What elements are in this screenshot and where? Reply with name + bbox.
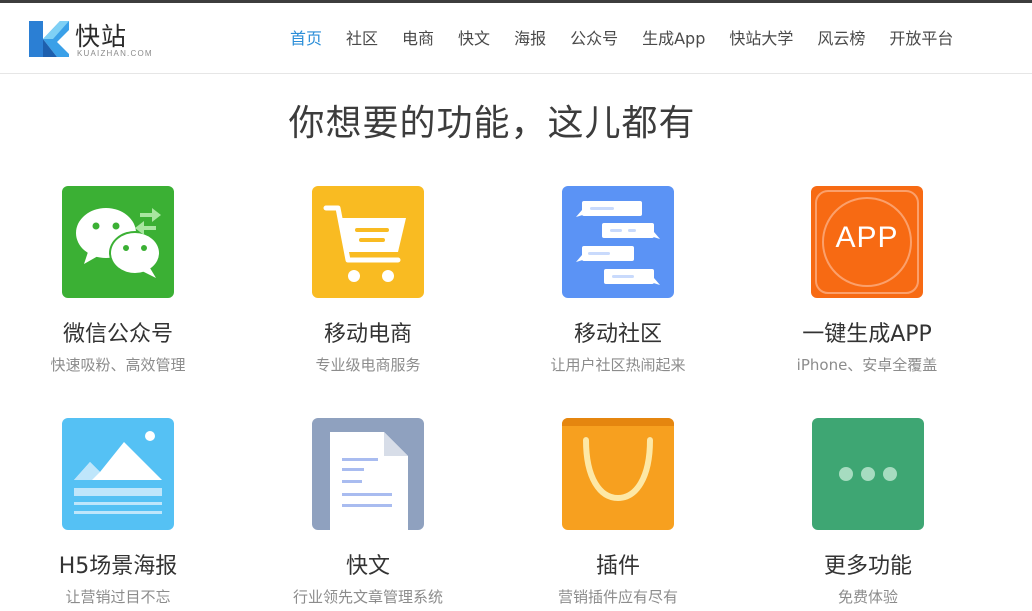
- header: 快站 KUAIZHAN.COM 首页 社区 电商 快文 海报 公众号 生成App…: [0, 3, 1032, 74]
- feature-more[interactable]: 更多功能 免费体验: [748, 418, 988, 607]
- nav-item-official-account[interactable]: 公众号: [560, 27, 628, 51]
- feature-desc: 专业级电商服务: [315, 356, 421, 374]
- nav-item-ranking[interactable]: 风云榜: [807, 27, 875, 51]
- feature-title: 移动电商: [323, 322, 412, 347]
- feature-desc: 让用户社区热闹起来: [550, 356, 686, 374]
- feature-generate-app[interactable]: APP 一键生成APP iPhone、安卓全覆盖: [747, 186, 987, 375]
- feature-h5-poster[interactable]: H5场景海报 让营销过目不忘: [0, 418, 238, 607]
- hero-title: 你想要的功能，这儿都有: [288, 103, 696, 144]
- feature-desc: 让营销过目不忘: [65, 588, 171, 606]
- brand-subtitle: KUAIZHAN.COM: [77, 49, 153, 58]
- main-nav: 首页 社区 电商 快文 海报 公众号 生成App 快站大学 风云榜 开放平台: [280, 27, 967, 51]
- feature-title: 插件: [595, 554, 640, 579]
- nav-item-community[interactable]: 社区: [336, 27, 388, 51]
- nav-item-open-platform[interactable]: 开放平台: [879, 27, 963, 51]
- feature-desc: iPhone、安卓全覆盖: [796, 356, 938, 374]
- nav-item-posters[interactable]: 海报: [504, 27, 556, 51]
- feature-title: 移动社区: [573, 322, 662, 347]
- feature-desc: 快速吸粉、高效管理: [50, 356, 186, 374]
- feature-desc: 营销插件应有尽有: [557, 588, 678, 606]
- feature-title: 微信公众号: [62, 322, 173, 347]
- nav-item-ecommerce[interactable]: 电商: [392, 27, 444, 51]
- feature-plugins[interactable]: 插件 营销插件应有尽有: [498, 418, 738, 607]
- feature-title: 一键生成APP: [802, 322, 932, 347]
- nav-item-home[interactable]: 首页: [280, 27, 332, 51]
- feature-community[interactable]: 移动社区 让用户社区热闹起来: [498, 186, 738, 375]
- shopping-cart-icon: [312, 186, 424, 298]
- chat-bubbles-icon: [562, 186, 674, 298]
- shopping-bag-icon: [562, 418, 674, 530]
- nav-item-university[interactable]: 快站大学: [719, 27, 803, 51]
- feature-desc: 免费体验: [837, 588, 898, 606]
- feature-title: 快文: [345, 554, 390, 579]
- logo[interactable]: 快站 KUAIZHAN.COM: [27, 17, 167, 61]
- feature-desc: 行业领先文章管理系统: [292, 588, 443, 606]
- nav-item-articles[interactable]: 快文: [448, 27, 500, 51]
- feature-ecommerce[interactable]: 移动电商 专业级电商服务: [248, 186, 488, 375]
- feature-articles[interactable]: 快文 行业领先文章管理系统: [248, 418, 488, 607]
- more-icon: [812, 418, 924, 530]
- feature-title: 更多功能: [823, 554, 912, 579]
- feature-title: H5场景海报: [58, 554, 178, 579]
- brand-name: 快站: [75, 22, 128, 51]
- app-icon: APP: [811, 186, 923, 298]
- wechat-icon: [62, 186, 174, 298]
- kuaizhan-logo-icon: [29, 21, 69, 57]
- document-icon: [312, 418, 424, 530]
- poster-image-icon: [62, 418, 174, 530]
- nav-item-generate-app[interactable]: 生成App: [632, 27, 715, 51]
- app-icon-text: APP: [835, 221, 899, 254]
- feature-wechat[interactable]: 微信公众号 快速吸粉、高效管理: [0, 186, 238, 375]
